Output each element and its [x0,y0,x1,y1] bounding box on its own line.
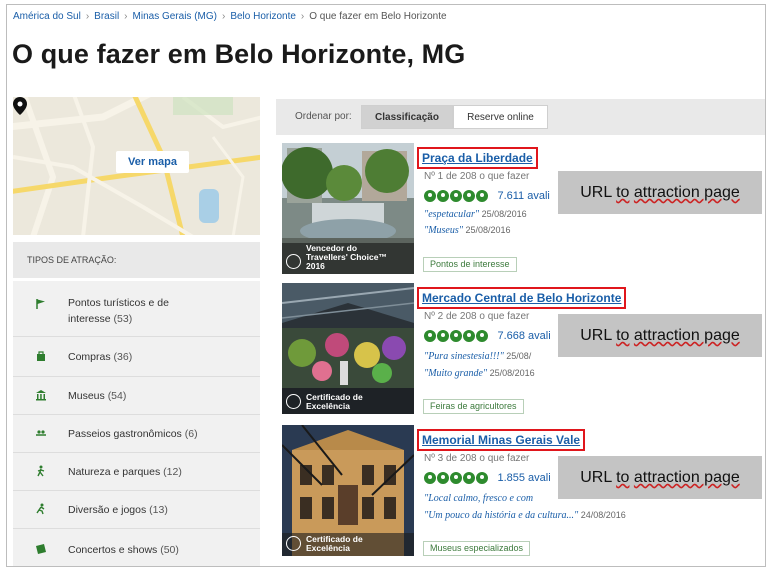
rating-bubble-icon [450,471,462,484]
url-annotation: URL to attraction page [558,456,762,499]
sort-label: Ordenar por: [295,111,352,122]
rating-bubble-icon [437,471,449,484]
food-tour-icon [36,430,46,436]
review-snippet[interactable]: "espetacular" 25/08/2016 [424,209,527,220]
rating-bubble-icon [437,329,449,342]
rating-bubble-icon [476,329,488,342]
breadcrumb-item[interactable]: Brasil [94,11,119,22]
attraction-listing: Certificado de Excelência Mercado Centra… [276,283,765,419]
rating-bubble-icon [424,329,436,342]
owl-icon [286,536,301,551]
breadcrumb-item[interactable]: América do Sul [13,11,81,22]
shopping-bag-icon [37,351,45,361]
rating-bubble-icon [463,189,475,202]
sort-by-rating-button[interactable]: Classificação [361,105,453,129]
attraction-photo[interactable]: Certificado de Excelência [282,425,414,556]
attraction-title-link[interactable]: Praça da Liberdade [417,147,538,169]
breadcrumb: América do Sul › Brasil › Minas Gerais (MG) ›… [13,11,447,22]
owl-icon [286,254,301,269]
rating-bubble-icon [424,189,436,202]
attraction-rank: Nº 2 de 208 o que fazer [424,311,530,322]
category-item-fun-games[interactable]: Diversão e jogos (13) [13,491,260,529]
rating-bubble-icon [450,189,462,202]
attraction-photo[interactable]: Vencedor do Travellers' Choice™ 2016 [282,143,414,274]
rating-bubble-icon [476,471,488,484]
flag-icon [36,299,45,309]
owl-icon [286,394,301,409]
review-snippet[interactable]: "Pura sinestesia!!!" 25/08/ [424,351,531,362]
attraction-rank: Nº 3 de 208 o que fazer [424,453,530,464]
ticket-icon [36,544,46,554]
attraction-listing: Vencedor do Travellers' Choice™ 2016 Pra… [276,143,765,277]
category-item-points-of-interest[interactable]: Pontos turísticos e de interesse (53) [13,281,260,337]
category-item-nature-parks[interactable]: Natureza e parques (12) [13,453,260,491]
review-count-link[interactable]: 7.668 avali [497,330,550,342]
rating-row: 7.668 avali [424,327,551,342]
rating-bubble-icon [476,189,488,202]
map-preview[interactable]: Ver mapa [13,97,260,235]
category-tag[interactable]: Feiras de agricultores [423,399,524,414]
review-snippet[interactable]: "Um pouco da história e da cultura..." 2… [424,510,626,521]
sort-by-book-online-button[interactable]: Reserve online [453,105,548,129]
attraction-rank: Nº 1 de 208 o que fazer [424,171,530,182]
museum-icon [36,390,46,401]
review-count-link[interactable]: 1.855 avali [497,472,550,484]
category-item-food-tours[interactable]: Passeios gastronômicos (6) [13,415,260,453]
attraction-title-link[interactable]: Mercado Central de Belo Horizonte [417,287,627,309]
review-snippet[interactable]: "Muito grande" 25/08/2016 [424,368,535,379]
rating-bubble-icon [437,189,449,202]
category-tag[interactable]: Pontos de interesse [423,257,517,272]
category-list: Pontos turísticos e de interesse (53) Com… [13,281,260,566]
category-item-shopping[interactable]: Compras (36) [13,337,260,377]
map-pin-icon [13,97,27,115]
view-map-button[interactable]: Ver mapa [116,151,189,173]
rating-row: 1.855 avali [424,469,551,484]
url-annotation: URL to attraction page [558,171,762,214]
review-count-link[interactable]: 7.611 avali [497,190,549,202]
attraction-photo[interactable]: Certificado de Excelência [282,283,414,414]
attraction-types-header: TIPOS DE ATRAÇÃO: [13,242,260,278]
category-item-concerts-shows[interactable]: Concertos e shows (50) [13,529,260,566]
rating-bubble-icon [450,329,462,342]
attraction-title-link[interactable]: Memorial Minas Gerais Vale [417,429,586,451]
hiker-icon [37,465,45,477]
rating-bubble-icon [463,329,475,342]
category-tag[interactable]: Museus especializados [423,541,531,556]
sort-bar: Ordenar por: Classificação Reserve onlin… [276,99,765,135]
review-snippet[interactable]: "Local calmo, fresco e com [424,493,533,504]
attraction-listing: Certificado de Excelência Memorial Minas… [276,425,765,565]
url-annotation: URL to attraction page [558,314,762,357]
category-item-museums[interactable]: Museus (54) [13,377,260,415]
page-title: O que fazer em Belo Horizonte, MG [12,39,466,69]
runner-icon [36,503,45,515]
rating-row: 7.611 avali [424,187,550,202]
breadcrumb-item[interactable]: Minas Gerais (MG) [133,11,217,22]
rating-bubble-icon [424,471,436,484]
breadcrumb-current: O que fazer em Belo Horizonte [309,11,447,22]
page-frame: América do Sul › Brasil › Minas Gerais (MG) ›… [6,4,766,567]
breadcrumb-item[interactable]: Belo Horizonte [230,11,296,22]
rating-bubble-icon [463,471,475,484]
review-snippet[interactable]: "Museus" 25/08/2016 [424,225,511,236]
